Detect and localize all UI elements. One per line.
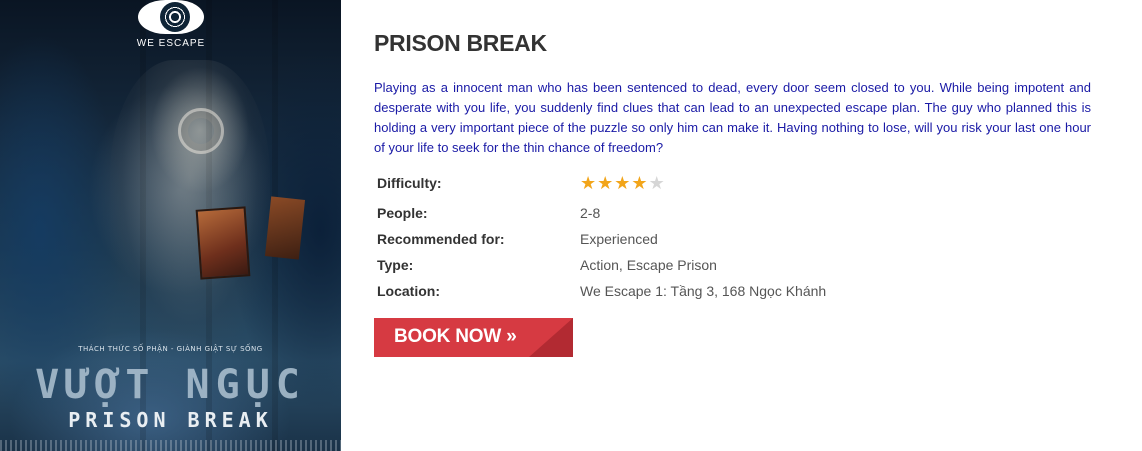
poster-card [195,206,251,280]
difficulty-row: Difficulty: ★★★★★ [374,170,1092,196]
star-icon-filled: ★ [631,173,648,193]
type-value: Action, Escape Prison [580,257,717,273]
people-label: People: [377,205,428,221]
people-row: People: 2-8 [374,200,1092,226]
eye-icon [138,0,204,34]
type-row: Type: Action, Escape Prison [374,252,1092,278]
room-poster: WE ESCAPE THÁCH THỨC SỐ PHẬN - GIÀNH GIẬ… [0,0,341,451]
star-icon-filled: ★ [580,173,597,193]
book-now-button[interactable]: BOOK NOW » [374,318,573,357]
star-icon-filled: ★ [614,173,631,193]
people-value: 2-8 [580,205,601,221]
type-label: Type: [377,257,414,273]
difficulty-rating: ★★★★★ [580,172,666,194]
recommended-value: Experienced [580,231,658,247]
location-label: Location: [377,283,440,299]
poster-figure [110,60,270,350]
logo-text: WE ESCAPE [136,38,206,49]
room-title: PRISON BREAK [374,30,547,56]
poster-card-secondary [264,196,306,260]
poster-tagline: THÁCH THỨC SỐ PHẬN - GIÀNH GIẬT SỰ SỐNG [78,345,263,353]
poster-swirl [178,108,224,154]
difficulty-label: Difficulty: [377,175,442,191]
poster-title-vietnamese: VƯỢT NGỤC [35,362,306,408]
star-icon-filled: ★ [597,173,614,193]
button-shade [529,318,573,357]
eye-iris [160,2,190,32]
location-row: Location: We Escape 1: Tầng 3, 168 Ngọc … [374,278,1092,304]
poster-title-english: PRISON BREAK [68,408,273,432]
book-now-label: BOOK NOW » [394,326,517,347]
room-info-panel: PRISON BREAK Playing as a innocent man w… [374,0,1092,451]
poster-footer [0,440,341,451]
we-escape-logo: WE ESCAPE [134,0,208,52]
recommended-row: Recommended for: Experienced [374,226,1092,252]
location-value: We Escape 1: Tầng 3, 168 Ngọc Khánh [580,283,827,299]
room-description: Playing as a innocent man who has been s… [374,80,1091,155]
recommended-label: Recommended for: [377,231,505,247]
star-icon-empty: ★ [648,173,665,193]
